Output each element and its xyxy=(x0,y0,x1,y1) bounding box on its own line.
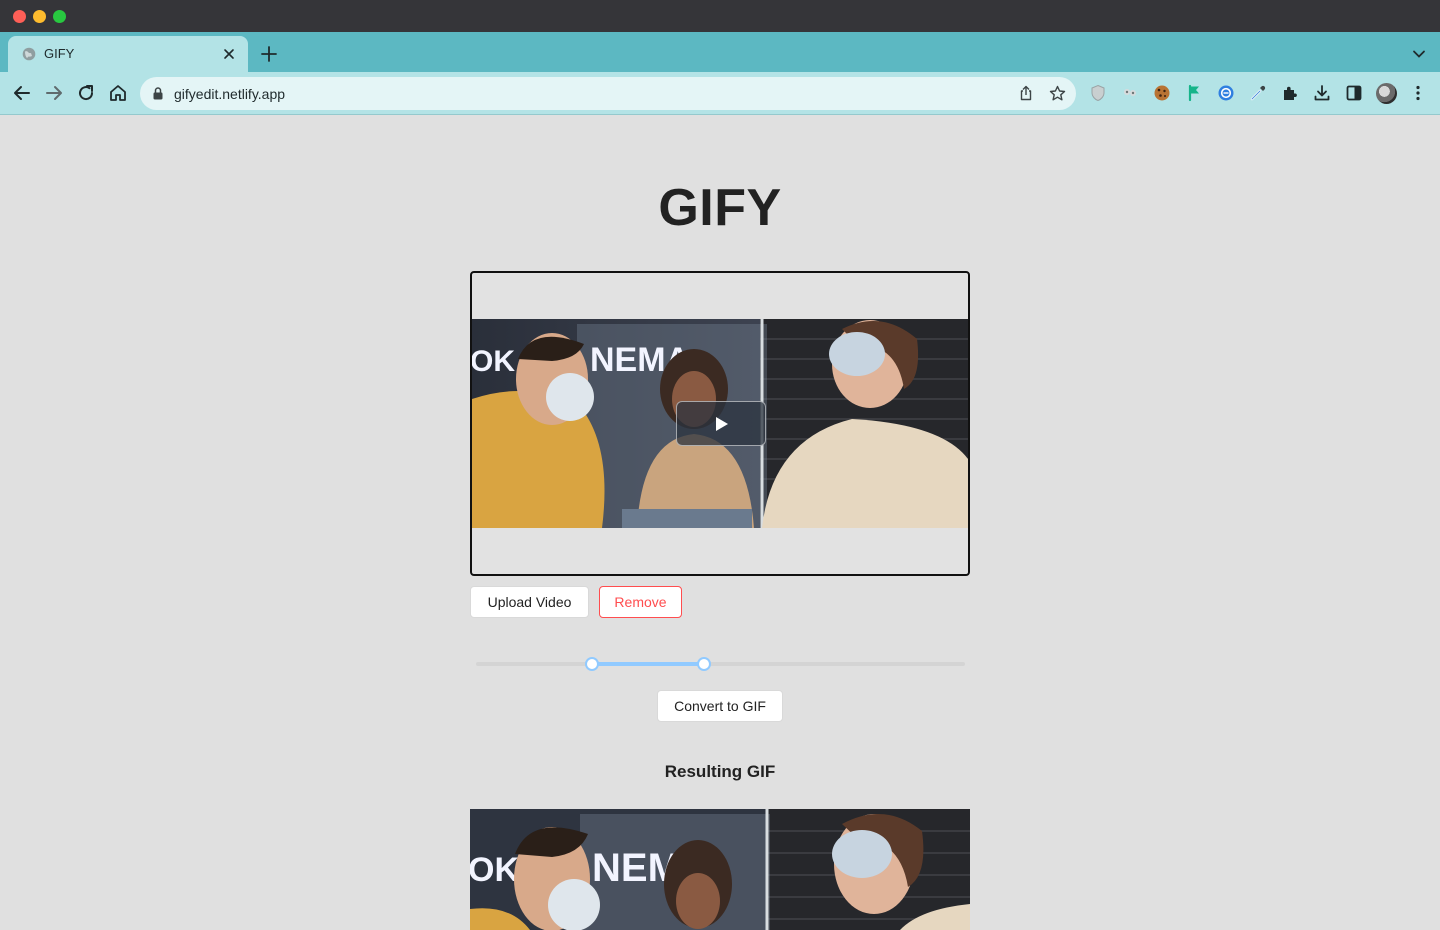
cinema-sign-text-left: OK xyxy=(472,345,515,378)
tab-title: GIFY xyxy=(44,46,75,61)
eyedropper-icon[interactable] xyxy=(1249,84,1267,102)
gif-sign-text-left: OK xyxy=(470,851,519,889)
slider-rail[interactable] xyxy=(476,662,965,666)
kebab-menu-icon[interactable] xyxy=(1409,84,1427,102)
home-icon[interactable] xyxy=(108,83,128,103)
chevron-down-icon[interactable] xyxy=(1412,47,1426,61)
url-text[interactable]: gifyedit.netlify.app xyxy=(174,86,285,102)
bookmark-star-icon[interactable] xyxy=(1049,85,1066,102)
result-gif-image: NEMA OK xyxy=(470,809,970,930)
trim-range-slider[interactable] xyxy=(476,657,965,671)
lock-icon[interactable] xyxy=(153,87,163,100)
close-icon[interactable] xyxy=(220,45,238,63)
slider-selected-track xyxy=(592,662,705,666)
puzzle-extensions-icon[interactable] xyxy=(1281,84,1299,102)
result-heading: Resulting GIF xyxy=(664,762,776,781)
play-button[interactable] xyxy=(676,401,766,446)
app-title: GIFY xyxy=(658,179,782,237)
play-icon xyxy=(716,417,728,431)
side-panel-icon[interactable] xyxy=(1345,84,1363,102)
shield-extension-icon[interactable] xyxy=(1089,84,1107,102)
upload-video-button[interactable]: Upload Video xyxy=(470,586,589,618)
minimize-window-button[interactable] xyxy=(33,10,46,23)
convert-to-gif-button[interactable]: Convert to GIF xyxy=(657,690,783,722)
green-flag-extension-icon[interactable] xyxy=(1185,84,1203,102)
slider-end-handle[interactable] xyxy=(697,657,712,671)
tab-strip: GIFY xyxy=(0,32,1440,72)
reload-icon[interactable] xyxy=(76,83,96,103)
forward-arrow-icon[interactable] xyxy=(44,83,64,103)
share-icon[interactable] xyxy=(1018,85,1034,101)
back-arrow-icon[interactable] xyxy=(12,83,32,103)
eyes-extension-icon[interactable] xyxy=(1121,84,1139,102)
remove-button[interactable]: Remove xyxy=(599,586,682,618)
slider-start-handle[interactable] xyxy=(585,657,600,671)
close-window-button[interactable] xyxy=(13,10,26,23)
page-content: GIFY NEMA OK Upload Video Remove Convert… xyxy=(0,116,1440,930)
tab-gify[interactable]: GIFY xyxy=(8,36,248,72)
globe-icon xyxy=(22,47,36,61)
download-icon[interactable] xyxy=(1313,84,1331,102)
address-bar[interactable]: gifyedit.netlify.app xyxy=(140,77,1076,110)
video-player[interactable]: NEMA OK xyxy=(470,271,970,576)
new-tab-plus-icon[interactable] xyxy=(260,45,278,63)
browser-toolbar: gifyedit.netlify.app xyxy=(0,72,1440,115)
cookie-icon[interactable] xyxy=(1153,84,1171,102)
window-titlebar xyxy=(0,0,1440,32)
zoom-window-button[interactable] xyxy=(53,10,66,23)
blue-circle-extension-icon[interactable] xyxy=(1217,84,1235,102)
profile-avatar[interactable] xyxy=(1376,83,1397,104)
